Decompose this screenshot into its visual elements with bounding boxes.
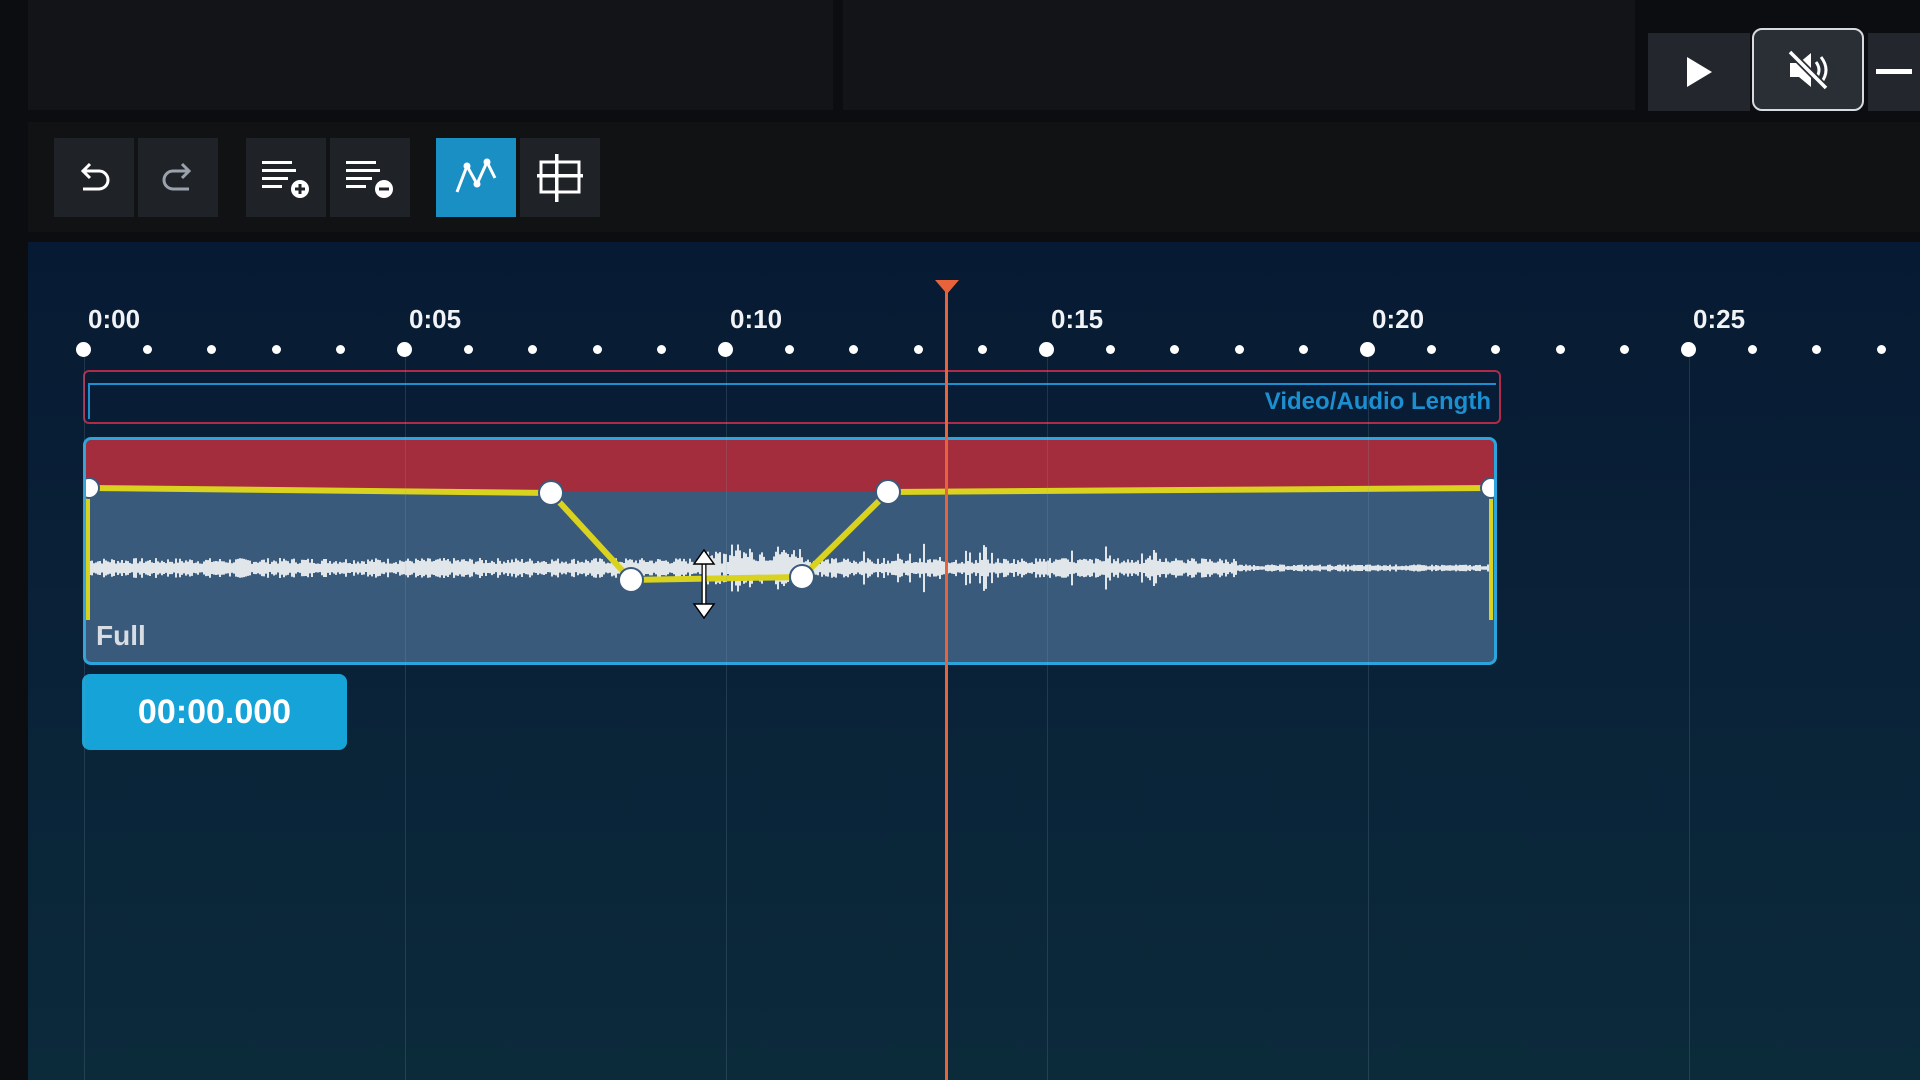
play-button[interactable] xyxy=(1648,33,1750,111)
mute-icon xyxy=(1784,48,1832,92)
undo-button[interactable] xyxy=(54,138,134,217)
envelope-point[interactable] xyxy=(618,567,644,593)
minor-tick-dot xyxy=(1298,345,1308,354)
volume-envelope[interactable] xyxy=(86,440,1494,662)
envelope-point[interactable] xyxy=(538,480,564,506)
playhead-handle[interactable] xyxy=(935,280,959,294)
envelope-point[interactable] xyxy=(86,477,100,499)
redo-icon xyxy=(159,161,197,195)
list-remove-icon xyxy=(344,155,396,201)
minor-tick-dot xyxy=(1619,345,1629,354)
envelope-icon xyxy=(453,156,499,200)
minor-tick-dot xyxy=(785,345,795,354)
tick-label: 0:25 xyxy=(1693,304,1746,334)
current-time-display[interactable]: 00:00.000 xyxy=(82,674,347,750)
mute-button[interactable] xyxy=(1752,28,1864,111)
envelope-point[interactable] xyxy=(1480,477,1494,499)
minor-tick-dot xyxy=(464,345,474,354)
edit-toolbar xyxy=(28,122,1920,232)
minor-tick-dot xyxy=(1555,345,1565,354)
clip-label: Full xyxy=(96,620,146,651)
trim-button[interactable] xyxy=(520,138,600,217)
gridline xyxy=(405,352,406,1080)
preview-panel-right xyxy=(843,0,1635,110)
minor-tick-dot xyxy=(207,345,217,354)
minor-tick-dot xyxy=(849,345,859,354)
major-tick-dot xyxy=(397,342,412,357)
major-tick-dot xyxy=(76,342,91,357)
minor-tick-dot xyxy=(1876,345,1886,354)
zoom-out-button[interactable] xyxy=(1868,33,1920,111)
minor-tick-dot xyxy=(592,345,602,354)
remove-track-button[interactable] xyxy=(330,138,410,217)
minor-tick-dot xyxy=(528,345,538,354)
minor-tick-dot xyxy=(1170,345,1180,354)
play-icon xyxy=(1684,55,1714,89)
tick-label: 0:00 xyxy=(88,304,141,334)
gridline xyxy=(726,352,727,1080)
minor-tick-dot xyxy=(1427,345,1437,354)
tick-label: 0:10 xyxy=(730,304,783,334)
minor-tick-dot xyxy=(1491,345,1501,354)
volume-envelope-button[interactable] xyxy=(436,138,516,217)
major-tick-dot xyxy=(1360,342,1375,357)
tick-label: 0:20 xyxy=(1372,304,1425,334)
minor-tick-dot xyxy=(143,345,153,354)
add-track-button[interactable] xyxy=(246,138,326,217)
gridline xyxy=(84,352,85,1080)
major-tick-dot xyxy=(1039,342,1054,357)
resize-cursor-icon xyxy=(692,548,716,620)
minor-tick-dot xyxy=(1234,345,1244,354)
minor-tick-dot xyxy=(1812,345,1822,354)
minor-tick-dot xyxy=(1106,345,1116,354)
gridline xyxy=(1689,352,1690,1080)
tick-label: 0:05 xyxy=(409,304,462,334)
major-tick-dot xyxy=(718,342,733,357)
gridline xyxy=(1047,352,1048,1080)
major-tick-dot xyxy=(1681,342,1696,357)
preview-panel-left xyxy=(28,0,833,110)
minor-tick-dot xyxy=(977,345,987,354)
minor-tick-dot xyxy=(335,345,345,354)
tick-label: 0:15 xyxy=(1051,304,1104,334)
minor-tick-dot xyxy=(1748,345,1758,354)
undo-icon xyxy=(75,161,113,195)
minus-icon xyxy=(1876,68,1912,76)
minor-tick-dot xyxy=(271,345,281,354)
minor-tick-dot xyxy=(913,345,923,354)
audio-clip[interactable]: Full xyxy=(83,437,1497,665)
envelope-point[interactable] xyxy=(789,564,815,590)
crop-icon xyxy=(535,152,585,204)
playhead[interactable] xyxy=(945,280,948,1080)
video-audio-length-bar: Video/Audio Length xyxy=(83,370,1501,424)
envelope-point[interactable] xyxy=(875,479,901,505)
minor-tick-dot xyxy=(656,345,666,354)
length-label: Video/Audio Length xyxy=(1264,388,1491,415)
redo-button[interactable] xyxy=(138,138,218,217)
list-add-icon xyxy=(260,155,312,201)
timeline[interactable]: Video/Audio Length Full 00:00.000 0:00 0… xyxy=(28,242,1920,1080)
gridline xyxy=(1368,352,1369,1080)
